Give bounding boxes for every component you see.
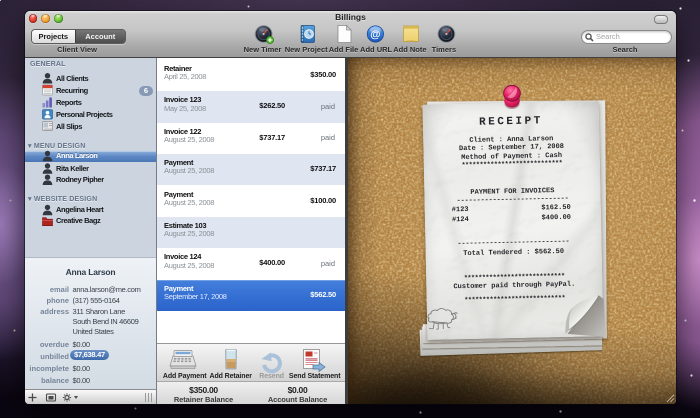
svg-text:@: @ — [370, 29, 380, 41]
